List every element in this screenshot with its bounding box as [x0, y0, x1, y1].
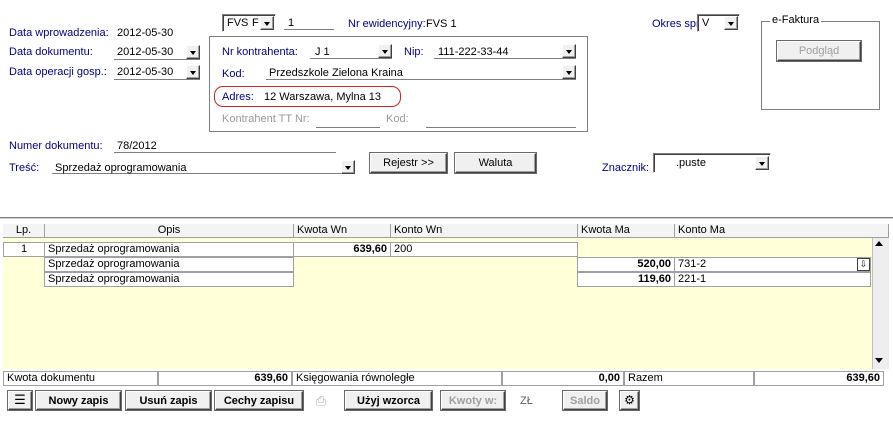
tresc-dropdown-icon[interactable]: [341, 160, 355, 174]
col-header-konto-ma[interactable]: Konto Ma: [675, 224, 889, 238]
col-header-kwota-ma[interactable]: Kwota Ma: [578, 224, 675, 238]
adres-value: 12 Warszawa, Mylna 13: [264, 91, 381, 103]
kwota-dokumentu-label: Kwota dokumentu: [3, 371, 158, 386]
nip-field[interactable]: 111-222-33-44: [434, 43, 576, 59]
kontrahent-tt-kod-label: Kod:: [386, 113, 409, 125]
tresc-value: Sprzedaż oprogramowania: [55, 162, 187, 174]
okres-label: Okres spr.: [652, 18, 703, 30]
settings-gear-icon[interactable]: ⚙: [620, 391, 639, 410]
efaktura-group: [761, 21, 880, 110]
rejestr-button[interactable]: Rejestr >>: [370, 153, 447, 173]
nr-kontrahenta-field[interactable]: J 1: [310, 43, 392, 59]
table-row-1-opis[interactable]: Sprzedaż oprogramowania: [44, 242, 294, 257]
numer-dokumentu-label: Numer dokumentu:: [9, 140, 103, 152]
nip-label: Nip:: [404, 46, 424, 58]
znacznik-select[interactable]: .puste: [653, 153, 771, 173]
nr-kontrahenta-value: J 1: [315, 46, 330, 58]
numer-value: 1: [288, 17, 295, 29]
currency-label: ZŁ: [520, 395, 533, 407]
data-dokumentu-label: Data dokumentu:: [9, 46, 93, 58]
table-row-3-opis[interactable]: Sprzedaż oprogramowania: [44, 272, 294, 287]
nr-kontrahenta-label: Nr kontrahenta:: [222, 46, 298, 58]
data-operacji-field[interactable]: 2012-05-30: [114, 64, 200, 80]
typ-dokumentu-value: FVS: [227, 17, 249, 29]
table-row-1-kwota-wn[interactable]: 639,60: [293, 242, 391, 257]
section-divider: [0, 217, 893, 220]
kod-label: Kod:: [222, 68, 245, 80]
numer-field[interactable]: 1: [284, 14, 334, 30]
nip-dropdown-icon[interactable]: [562, 44, 576, 58]
nr-kontrahenta-dropdown-icon[interactable]: [378, 44, 392, 58]
kontrahent-tt-field[interactable]: [316, 112, 380, 128]
tresc-field[interactable]: Sprzedaż oprogramowania: [52, 158, 355, 174]
kontrahent-tt-kod-field[interactable]: [426, 112, 576, 128]
nr-ewidencyjny-label: Nr ewidencyjny:: [348, 18, 426, 30]
data-dokumentu-dropdown-icon[interactable]: [186, 45, 200, 59]
efaktura-title: e-Faktura: [770, 14, 822, 26]
data-wprowadzenia-value: 2012-05-30: [117, 27, 174, 39]
data-dokumentu-field[interactable]: 2012-05-30: [114, 44, 200, 60]
col-header-konto-wn[interactable]: Konto Wn: [391, 224, 578, 238]
grid-scrollbar[interactable]: [872, 238, 889, 369]
ksiegowania-value: 0,00: [502, 371, 624, 386]
link-icon[interactable]: ⎙: [312, 393, 330, 410]
ksiegowania-label: Księgowania równoległe: [292, 371, 502, 386]
data-operacji-dropdown-icon[interactable]: [186, 65, 200, 79]
table-row-1-konto-wn[interactable]: 200: [390, 242, 578, 257]
table-row-2-kwota-ma[interactable]: 520,00: [577, 257, 675, 272]
table-row-2-konto-ma[interactable]: 731-2: [674, 257, 871, 272]
znacznik-label: Znacznik:: [602, 162, 650, 174]
col-header-kwota-wn[interactable]: Kwota Wn: [294, 224, 391, 238]
nowy-zapis-button[interactable]: Nowy zapis: [36, 391, 121, 410]
razem-label: Razem: [624, 371, 754, 386]
kod-field[interactable]: Przedszkole Zielona Kraina: [266, 64, 576, 80]
kod-dropdown-icon[interactable]: [562, 65, 576, 79]
typ-dokumentu-dropdown-icon[interactable]: [260, 16, 274, 30]
nip-value: 111-222-33-44: [438, 46, 509, 58]
kwoty-w-button[interactable]: Kwoty w:: [441, 391, 505, 410]
menu-lines-icon[interactable]: ☰: [8, 391, 32, 410]
typ-dokumentu-select[interactable]: FVS F: [222, 14, 276, 32]
table-row-2-opis[interactable]: Sprzedaż oprogramowania: [44, 257, 294, 272]
data-wprowadzenia-label: Data wprowadzenia:: [9, 27, 109, 39]
typ-dokumentu-suffix: F: [252, 17, 259, 29]
znacznik-value: .puste: [676, 157, 706, 169]
data-operacji-label: Data operacji gosp.:: [9, 66, 107, 78]
kwota-dokumentu-value: 639,60: [158, 371, 292, 386]
nr-ewidencyjny-value: FVS 1: [426, 18, 457, 30]
kod-value: Przedszkole Zielona Kraina: [269, 67, 403, 79]
tresc-label: Treść:: [9, 162, 40, 174]
scroll-down-icon[interactable]: [875, 358, 883, 363]
table-row-3-konto-ma[interactable]: 221-1: [674, 272, 871, 287]
data-dokumentu-value: 2012-05-30: [117, 46, 174, 58]
konto-ma-lookup-icon[interactable]: ⇩: [857, 258, 870, 271]
numer-dokumentu-field[interactable]: 78/2012: [114, 137, 336, 153]
adres-label: Adres:: [222, 91, 254, 103]
numer-dokumentu-value: 78/2012: [117, 140, 157, 152]
waluta-button[interactable]: Waluta: [455, 153, 536, 173]
table-row-3-kwota-ma[interactable]: 119,60: [577, 272, 675, 287]
uzyj-wzorca-button[interactable]: Użyj wzorca: [345, 391, 432, 410]
znacznik-dropdown-icon[interactable]: [755, 156, 769, 170]
saldo-button[interactable]: Saldo: [563, 391, 607, 410]
cechy-zapisu-button[interactable]: Cechy zapisu: [215, 391, 303, 410]
kontrahent-tt-label: Kontrahent TT Nr:: [222, 113, 310, 125]
scroll-up-icon[interactable]: [875, 241, 883, 246]
data-operacji-value: 2012-05-30: [117, 66, 174, 78]
okres-value: V: [702, 17, 710, 29]
razem-value: 639,60: [754, 371, 884, 386]
table-row-1-lp[interactable]: 1: [3, 242, 45, 257]
okres-select[interactable]: V: [697, 14, 740, 32]
podglad-button[interactable]: Podgląd: [777, 41, 861, 61]
usun-zapis-button[interactable]: Usuń zapis: [126, 391, 211, 410]
okres-dropdown-icon[interactable]: [724, 16, 738, 30]
col-header-opis[interactable]: Opis: [45, 224, 294, 238]
col-header-lp[interactable]: Lp.: [3, 224, 45, 238]
